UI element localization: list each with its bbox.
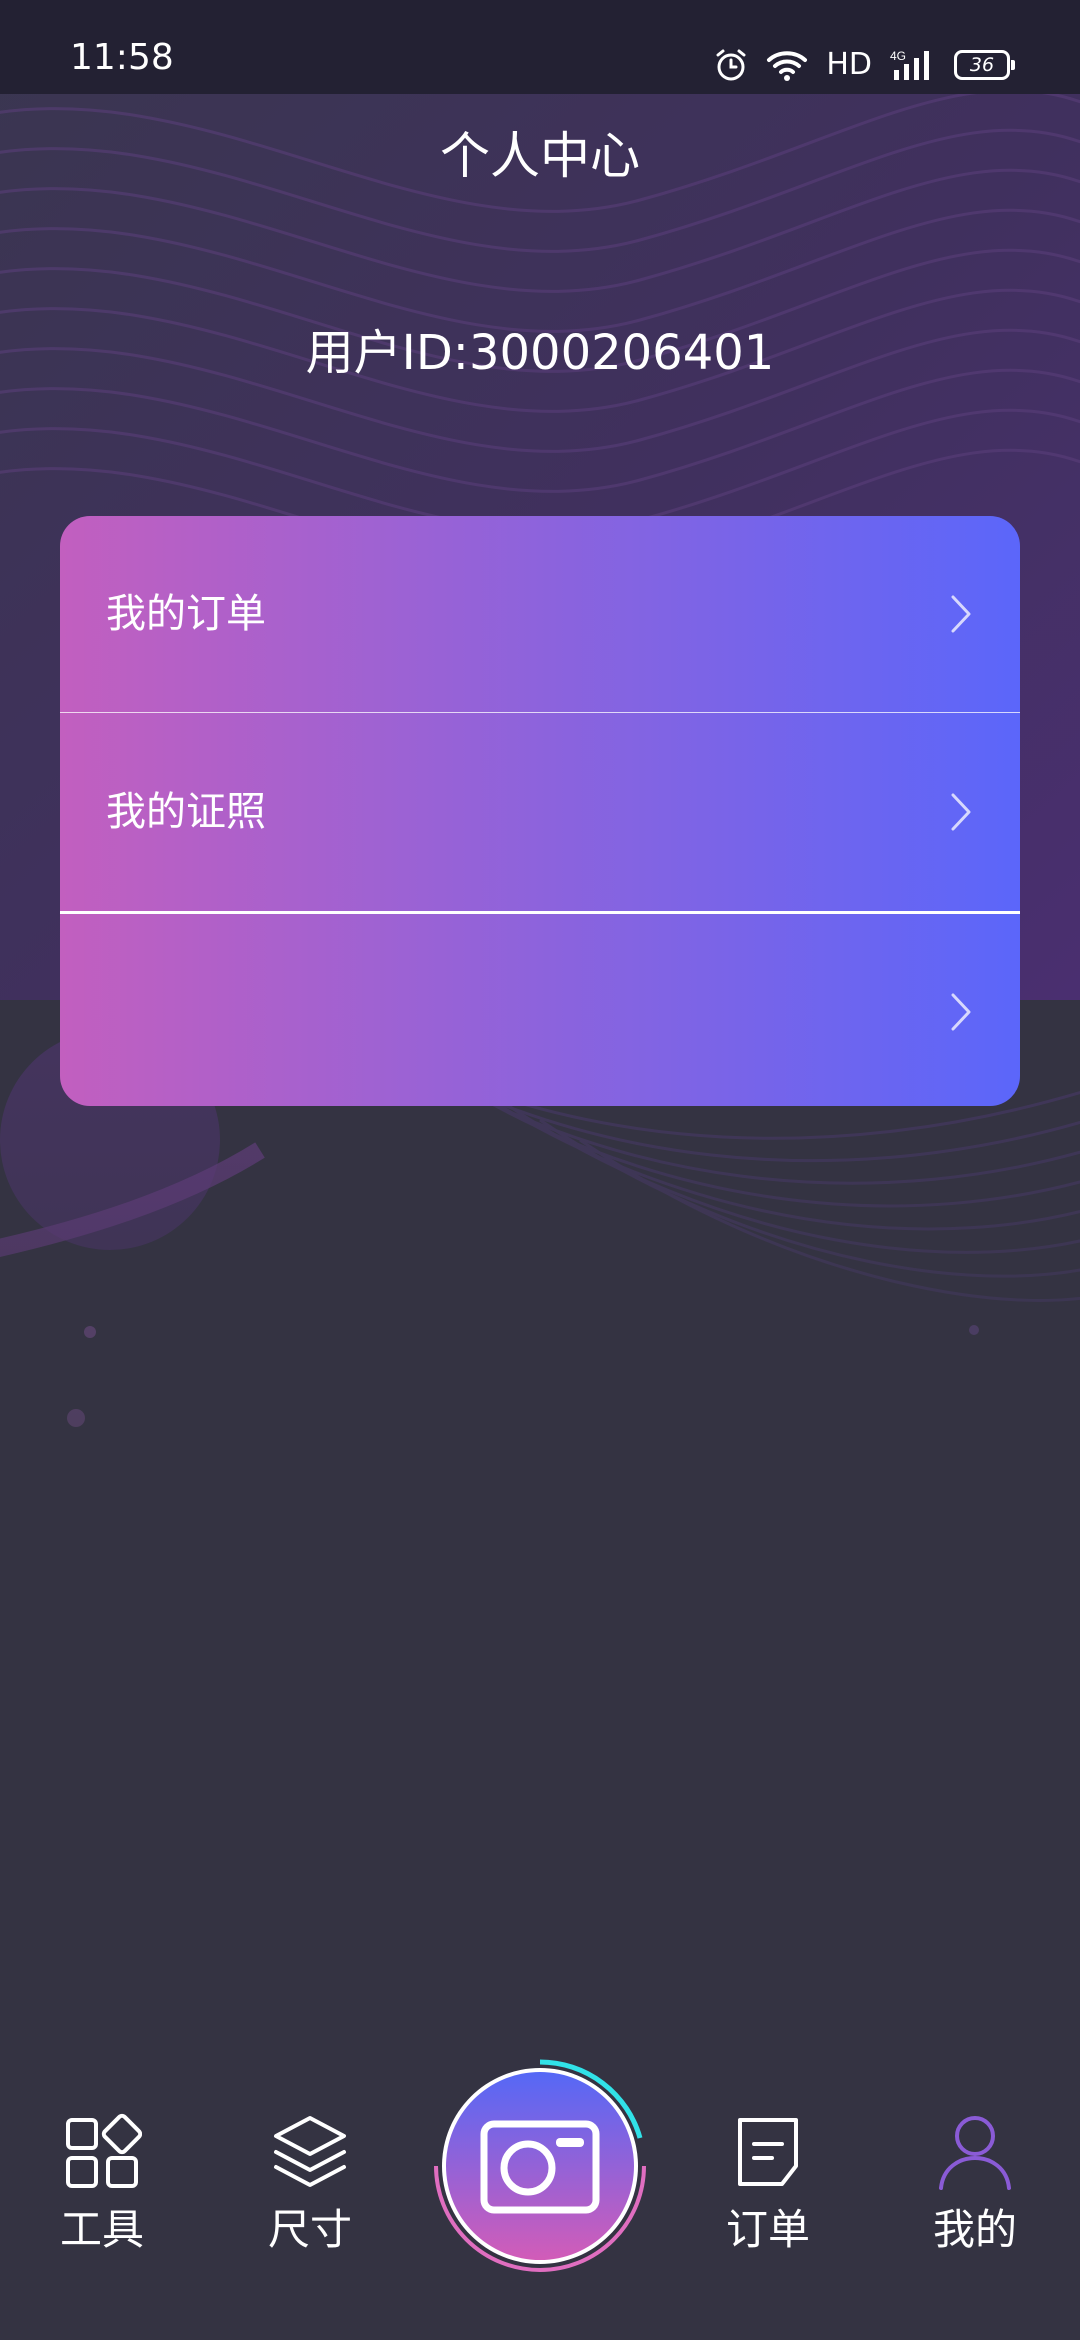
camera-button[interactable] [432,2058,648,2274]
menu-item-empty[interactable] [60,914,1020,1106]
nav-tab-label: 我的 [932,2205,1017,2254]
nav-tab-tools[interactable]: 工具 [42,2112,162,2254]
chevron-right-icon [951,793,971,831]
menu-item-label: 我的证照 [106,789,266,835]
layers-icon [274,2116,346,2187]
nav-tab-label: 工具 [59,2205,144,2254]
menu-item-label: 我的订单 [106,591,266,637]
tools-grid-icon [66,2113,142,2188]
status-icons: HD 4G 36 [714,40,1015,90]
menu-item-my-licenses[interactable]: 我的证照 [60,713,1020,911]
chevron-right-icon [951,993,971,1031]
nav-tab-label: 尺寸 [267,2205,352,2254]
user-id-text: 用户ID:3000206401 [305,325,775,381]
bottom-nav: 工具 尺寸 订单 我的 [0,2040,1080,2340]
page-title: 个人中心 [440,127,640,185]
order-note-icon [738,2118,798,2186]
network-type-label: HD [826,47,872,82]
wifi-icon [767,51,808,81]
chevron-right-icon [951,595,971,633]
menu-card: 我的订单 我的证照 [60,516,1020,1106]
nav-tab-size[interactable]: 尺寸 [250,2112,370,2254]
menu-item-my-orders[interactable]: 我的订单 [60,516,1020,712]
nav-tab-mine[interactable]: 我的 [915,2112,1035,2254]
nav-tab-label: 订单 [725,2205,810,2254]
alarm-icon [716,49,746,81]
user-icon [939,2116,1011,2190]
status-bar: 11:58 HD 4G 36 [0,0,1080,94]
nav-tab-orders[interactable]: 订单 [708,2112,828,2254]
svg-text:4G: 4G [890,49,906,63]
status-time: 11:58 [70,37,174,78]
battery-icon: 36 [954,50,1015,80]
signal-4g-icon: 4G [890,49,929,80]
